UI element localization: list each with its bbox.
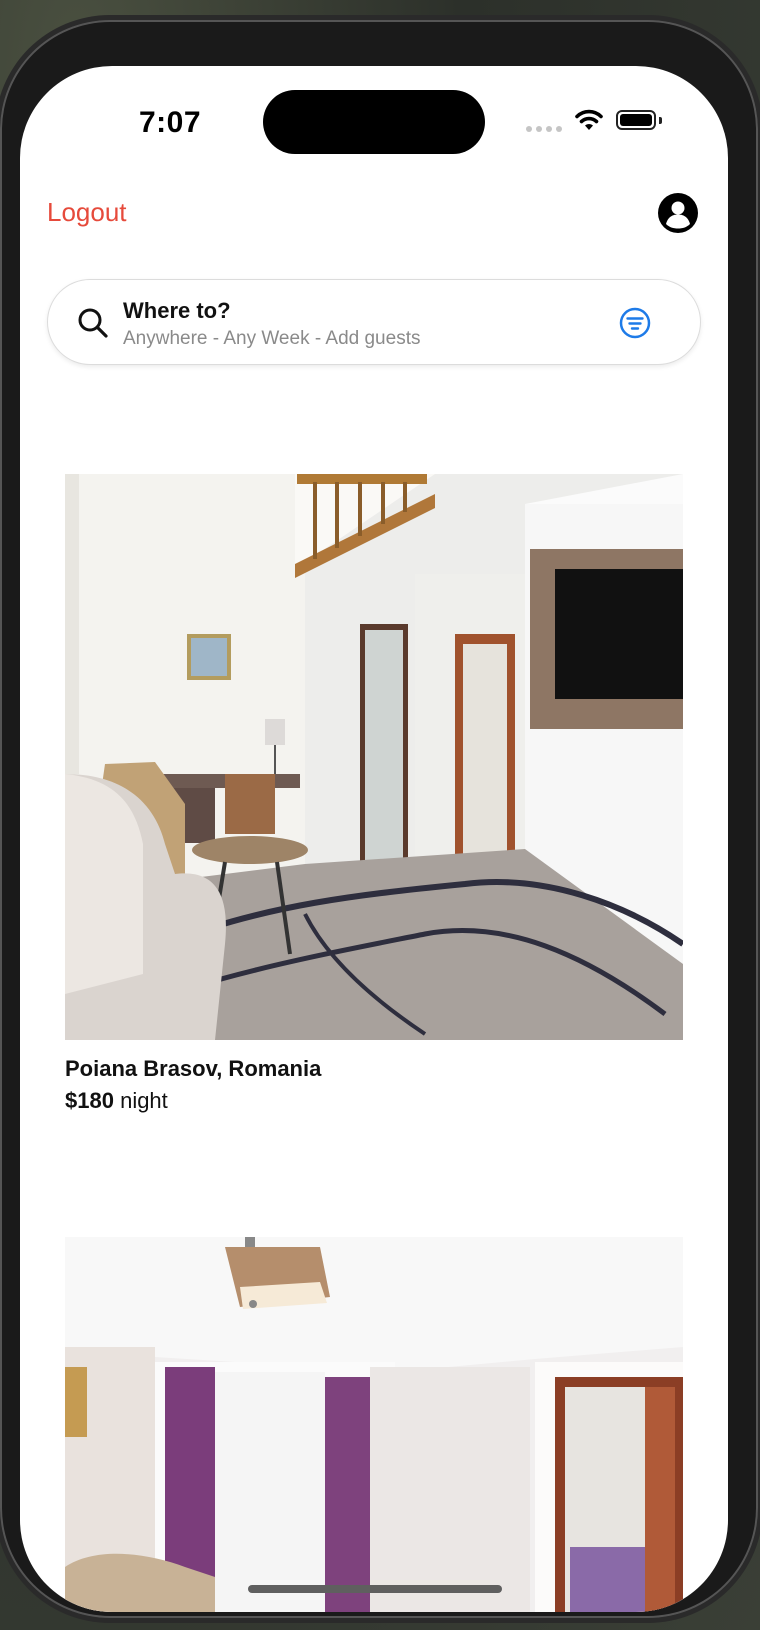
search-subtitle: Anywhere - Any Week - Add guests xyxy=(123,328,421,349)
battery-icon xyxy=(616,110,656,130)
listing-card[interactable]: Poiana Brasov, Romania $180 night xyxy=(65,474,683,1114)
battery-cap xyxy=(659,117,662,124)
listing-location: Poiana Brasov, Romania xyxy=(65,1056,322,1081)
listing-price-unit: night xyxy=(120,1088,168,1113)
listing-price: $180 night xyxy=(65,1088,168,1114)
device-frame: 7:07 Logout Where to? Anywhere - Any Wee… xyxy=(0,20,758,1618)
home-indicator[interactable] xyxy=(248,1585,502,1593)
logout-button[interactable]: Logout xyxy=(47,197,127,228)
listing-photo[interactable] xyxy=(65,474,683,1040)
search-bar[interactable]: Where to? Anywhere - Any Week - Add gues… xyxy=(47,279,701,365)
listing-price-amount: $180 xyxy=(65,1088,114,1113)
profile-icon[interactable] xyxy=(658,193,698,233)
app-screen: 7:07 Logout Where to? Anywhere - Any Wee… xyxy=(20,66,728,1612)
filter-icon[interactable] xyxy=(618,306,652,340)
listing-photo[interactable] xyxy=(65,1237,683,1612)
wifi-icon xyxy=(575,109,603,130)
cellular-signal-icon xyxy=(526,126,562,132)
search-title: Where to? xyxy=(123,298,231,323)
dynamic-island xyxy=(263,90,485,154)
listing-card[interactable] xyxy=(65,1237,683,1612)
status-time: 7:07 xyxy=(138,106,202,139)
search-icon xyxy=(78,308,108,338)
